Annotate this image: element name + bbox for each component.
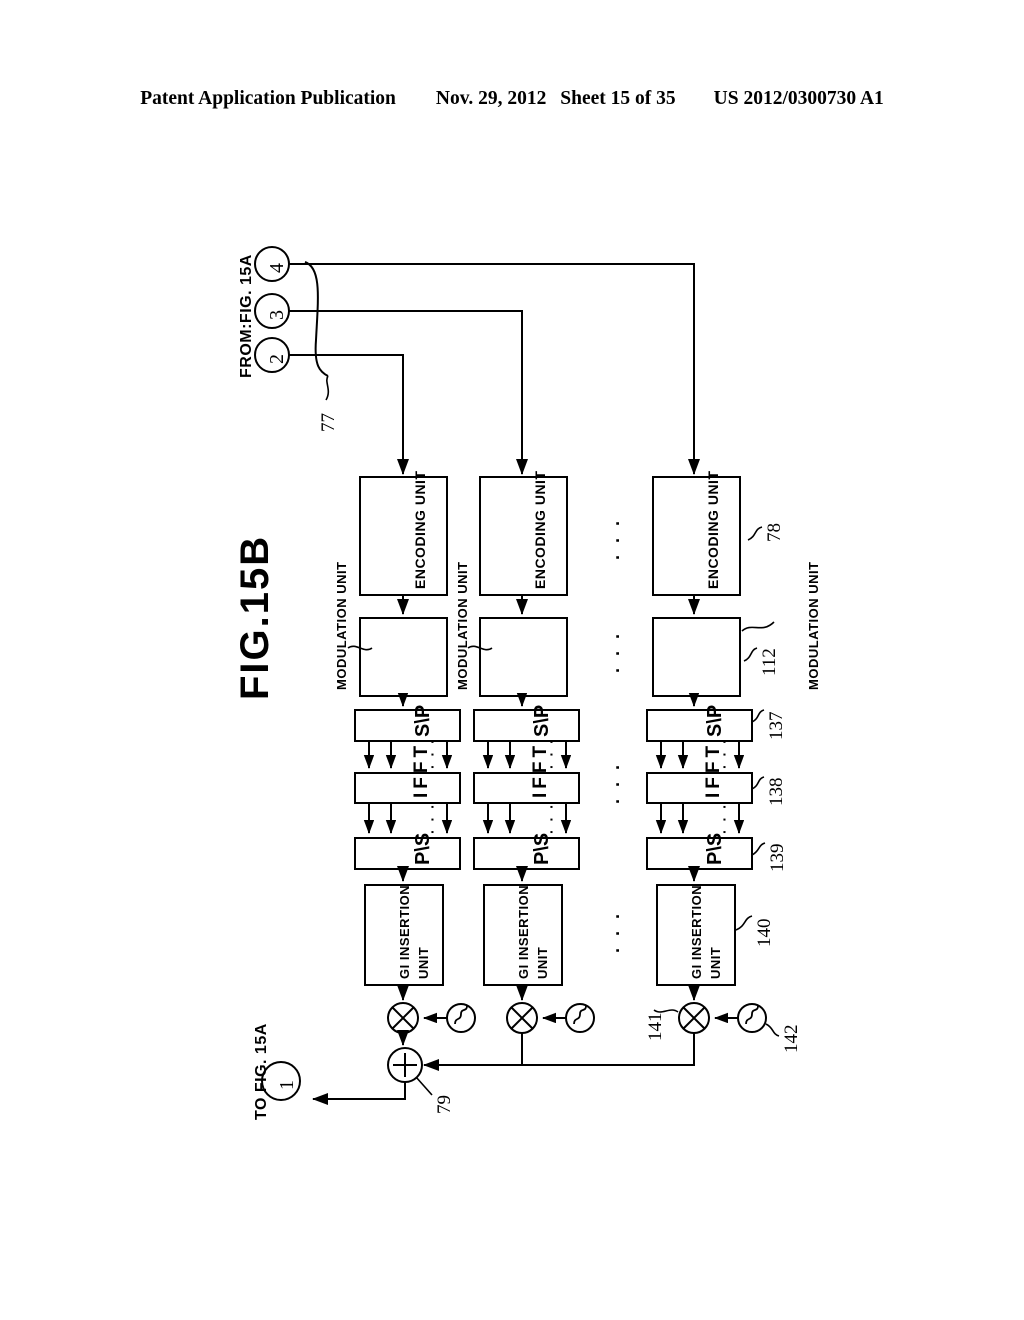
port-label-2: 2 <box>266 354 288 364</box>
mixer-x-glyph-3 <box>682 1006 706 1030</box>
ref-142-leader <box>765 1023 780 1037</box>
modulation-unit-box-3 <box>652 617 741 697</box>
to-figure-label: TO FIG. 15A <box>253 1023 270 1120</box>
ref-78: 78 <box>764 523 785 542</box>
ellipsis-gi-row: · · · <box>608 910 628 953</box>
modulation-unit-label-2: MODULATION UNIT <box>455 561 470 690</box>
port-label-1: 1 <box>276 1080 298 1090</box>
ref-140: 140 <box>754 918 775 948</box>
ellipsis-ifft-row: · · · <box>608 761 628 804</box>
gi-insertion-label-3a: GI INSERTION <box>689 884 704 979</box>
wire-port4-to-branch3 <box>289 263 695 470</box>
sp-box-2 <box>473 709 580 742</box>
ref-138: 138 <box>766 777 787 807</box>
encoding-unit-label-3: ENCODING UNIT <box>705 470 721 590</box>
oscillator-wave-glyph-1 <box>454 1005 468 1025</box>
encoding-unit-box-2 <box>479 476 568 596</box>
oscillator-circle-2 <box>565 1003 595 1033</box>
modulation-unit-box-1 <box>359 617 448 697</box>
gi-insertion-label-1a: GI INSERTION <box>397 884 412 979</box>
ps-box-3 <box>646 837 753 870</box>
oscillator-wave-glyph-2 <box>573 1005 587 1025</box>
ref-139: 139 <box>767 843 788 873</box>
bus-brace <box>304 261 329 377</box>
ps-label-1: P\S <box>412 832 434 865</box>
figure-title: FIG.15B <box>233 534 277 700</box>
ellipsis-encoding-row: · · · <box>608 517 628 560</box>
modulation-unit-label-1: MODULATION UNIT <box>334 561 349 690</box>
ellipsis-ifft-ps-3: · · · <box>716 802 732 834</box>
ref-77: 77 <box>318 413 339 432</box>
ref-79-leader <box>415 1076 433 1096</box>
ifft-box-1 <box>354 772 461 804</box>
gi-insertion-label-2b: UNIT <box>535 946 550 979</box>
figure-diagram <box>254 246 780 1105</box>
figure-15b: FIG.15B FROM:FIG. 15A TO FIG. 15A 4 3 2 … <box>0 0 1024 1320</box>
ellipsis-sp-ifft-2: · · · <box>543 737 559 769</box>
port-label-4: 4 <box>266 263 288 273</box>
gi-insertion-label-3b: UNIT <box>708 946 723 979</box>
ellipsis-modulation-row: · · · <box>608 630 628 673</box>
oscillator-circle-1 <box>446 1003 476 1033</box>
ifft-box-2 <box>473 772 580 804</box>
sp-label-1: S\P <box>412 704 434 737</box>
ref-142: 142 <box>781 1024 802 1054</box>
sp-box-3 <box>646 709 753 742</box>
ps-box-2 <box>473 837 580 870</box>
gi-insertion-label-1b: UNIT <box>416 946 431 979</box>
encoding-unit-box-1 <box>359 476 448 596</box>
ellipsis-sp-ifft-1: · · · <box>424 737 440 769</box>
ref-79: 79 <box>434 1095 455 1114</box>
oscillator-circle-3 <box>737 1003 767 1033</box>
oscillator-wave-glyph-3 <box>745 1005 759 1025</box>
encoding-unit-label-1: ENCODING UNIT <box>412 470 428 590</box>
modulation-unit-box-2 <box>479 617 568 697</box>
ref-112-leader <box>743 647 758 662</box>
from-figure-label: FROM:FIG. 15A <box>238 254 255 378</box>
ref-141: 141 <box>645 1012 666 1042</box>
wire-port2-to-branch1 <box>289 354 404 470</box>
sp-label-2: S\P <box>531 704 553 737</box>
mixer-x-glyph-1 <box>391 1006 415 1030</box>
ref-137-leader <box>751 709 765 723</box>
wire-mixer2-to-adder <box>424 1033 523 1066</box>
port-label-3: 3 <box>266 310 288 320</box>
ref-112: 112 <box>759 648 780 676</box>
ref-139-leader <box>751 842 766 856</box>
ref-77-leader <box>325 375 330 401</box>
wire-adder-to-output-port <box>312 1082 406 1105</box>
ifft-box-3 <box>646 772 753 804</box>
mixer-x-glyph-2 <box>510 1006 534 1030</box>
ref-140-leader <box>735 915 753 931</box>
modulation-unit-label-3: MODULATION UNIT <box>806 561 821 690</box>
ellipsis-sp-ifft-3: · · · <box>716 737 732 769</box>
ref-78-leader <box>747 526 763 541</box>
ref-138-leader <box>751 776 765 790</box>
ref-137: 137 <box>766 711 787 741</box>
ellipsis-ifft-ps-1: · · · <box>424 802 440 834</box>
ps-label-2: P\S <box>531 832 553 865</box>
ps-box-1 <box>354 837 461 870</box>
ref-112-leader-upper <box>741 621 775 632</box>
sp-label-3: S\P <box>704 704 726 737</box>
ellipsis-ifft-ps-2: · · · <box>543 802 559 834</box>
ps-label-3: P\S <box>704 832 726 865</box>
wire-port3-to-branch2 <box>289 310 523 470</box>
sp-box-1 <box>354 709 461 742</box>
encoding-unit-box-3 <box>652 476 741 596</box>
gi-insertion-label-2a: GI INSERTION <box>516 884 531 979</box>
encoding-unit-label-2: ENCODING UNIT <box>532 470 548 590</box>
adder-plus-glyph <box>393 1053 417 1077</box>
